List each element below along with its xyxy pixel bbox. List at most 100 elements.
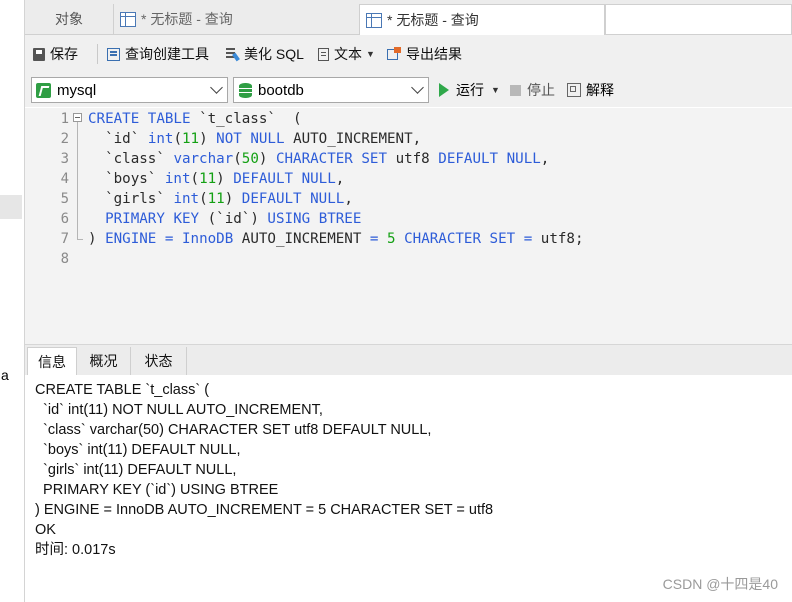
- query-builder-icon: [107, 47, 120, 61]
- tab-query-untitled-1[interactable]: * 无标题 - 查询: [113, 4, 359, 34]
- tab-overview[interactable]: 概况: [77, 347, 131, 375]
- line-number: 5: [60, 191, 69, 207]
- tab-query-untitled-2[interactable]: * 无标题 - 查询: [359, 4, 605, 35]
- code-token: ,: [540, 151, 550, 167]
- tab-overview-label: 概况: [89, 353, 118, 369]
- sql-editor[interactable]: 1 2 3 4 5 6 7 8 CREATE TABLE `t_class` (…: [25, 108, 792, 344]
- line-number: 7: [60, 231, 69, 247]
- database-select[interactable]: bootdb: [233, 77, 429, 103]
- code-token: 50: [241, 151, 259, 167]
- code-token: 11: [199, 171, 217, 187]
- tab-empty-area: [605, 4, 792, 34]
- code-token: CHARACTER: [275, 151, 353, 167]
- beautify-sql-button[interactable]: 美化 SQL: [225, 35, 304, 73]
- stop-icon: [510, 84, 521, 96]
- code-token: NULL: [310, 191, 345, 207]
- code-token: NULL: [250, 131, 285, 147]
- code-token: DEFAULT: [233, 171, 294, 187]
- text-button[interactable]: 文本 ▼: [318, 35, 375, 73]
- explain-icon: [567, 83, 581, 97]
- connection-bar: mysql bootdb 运行 ▼ 停止 解释: [25, 73, 792, 107]
- chevron-down-icon: [210, 81, 223, 94]
- watermark: CSDN @十四是40: [662, 576, 778, 592]
- query-builder-button[interactable]: 查询创建工具: [107, 35, 209, 73]
- line-number: 8: [60, 251, 69, 267]
- tab-objects-label: 对象: [55, 11, 83, 27]
- message-output: CREATE TABLE `t_class` ( `id` int(11) NO…: [25, 375, 792, 602]
- code-token: AUTO_INCREMENT: [293, 131, 413, 147]
- database-value: bootdb: [258, 81, 304, 99]
- tab-info[interactable]: 信息: [27, 347, 77, 376]
- left-panel-selected-row[interactable]: [0, 195, 22, 219]
- connection-select[interactable]: mysql: [31, 77, 228, 103]
- output-line: `id` int(11) NOT NULL AUTO_INCREMENT,: [35, 402, 323, 418]
- line-number: 4: [60, 171, 69, 187]
- text-icon: [318, 47, 329, 61]
- line-number: 1: [60, 111, 69, 127]
- code-token: utf8: [395, 151, 430, 167]
- output-line: PRIMARY KEY (`id`) USING BTREE: [35, 482, 279, 498]
- code-line: `girls` int(11) DEFAULT NULL,: [88, 189, 353, 209]
- output-line: `boys` int(11) DEFAULT NULL,: [35, 442, 241, 458]
- code-token: ;: [574, 231, 584, 247]
- tab-label: * 无标题 - 查询: [387, 12, 479, 28]
- code-line: `boys` int(11) DEFAULT NULL,: [88, 169, 344, 189]
- save-button[interactable]: 保存: [33, 35, 78, 73]
- beautify-icon: [225, 47, 239, 61]
- code-token: CHARACTER: [404, 231, 481, 247]
- stop-button[interactable]: 停止: [510, 73, 555, 107]
- code-token: `t_class`: [199, 111, 276, 127]
- code-token: varchar: [173, 151, 234, 167]
- tab-objects[interactable]: 对象: [25, 4, 113, 34]
- explain-button[interactable]: 解释: [567, 73, 614, 107]
- code-token: DEFAULT: [241, 191, 302, 207]
- result-tab-bar: 信息 概况 状态: [25, 344, 792, 376]
- export-label: 导出结果: [406, 46, 462, 62]
- stop-label: 停止: [527, 82, 555, 98]
- code-line: PRIMARY KEY (`id`) USING BTREE: [88, 209, 361, 229]
- output-line: `class` varchar(50) CHARACTER SET utf8 D…: [35, 422, 432, 438]
- code-token: ): [88, 231, 97, 247]
- code-token: int: [164, 171, 191, 187]
- save-label: 保存: [50, 46, 78, 62]
- run-label: 运行: [456, 82, 484, 98]
- tab-status[interactable]: 状态: [131, 347, 187, 375]
- code-token: utf8: [540, 231, 575, 247]
- code-token: ,: [412, 131, 422, 147]
- output-line: ) ENGINE = InnoDB AUTO_INCREMENT = 5 CHA…: [35, 502, 494, 518]
- run-button[interactable]: 运行 ▼: [439, 73, 500, 107]
- beautify-label: 美化 SQL: [244, 46, 304, 62]
- output-line: CREATE TABLE `t_class` (: [35, 382, 210, 398]
- code-line: ) ENGINE = InnoDB AUTO_INCREMENT = 5 CHA…: [88, 229, 584, 249]
- mysql-connection-icon: [36, 82, 51, 98]
- fold-collapse-icon[interactable]: [73, 113, 82, 122]
- code-token: NOT: [216, 131, 242, 147]
- code-token: AUTO_INCREMENT: [241, 231, 362, 247]
- code-token: DEFAULT: [438, 151, 499, 167]
- export-results-button[interactable]: 导出结果: [387, 35, 462, 73]
- code-token: ENGINE: [105, 231, 157, 247]
- table-query-icon: [120, 11, 136, 27]
- code-token: =: [523, 231, 533, 247]
- code-token: NULL: [506, 151, 541, 167]
- code-token: ): [199, 131, 208, 147]
- code-token: NULL: [301, 171, 336, 187]
